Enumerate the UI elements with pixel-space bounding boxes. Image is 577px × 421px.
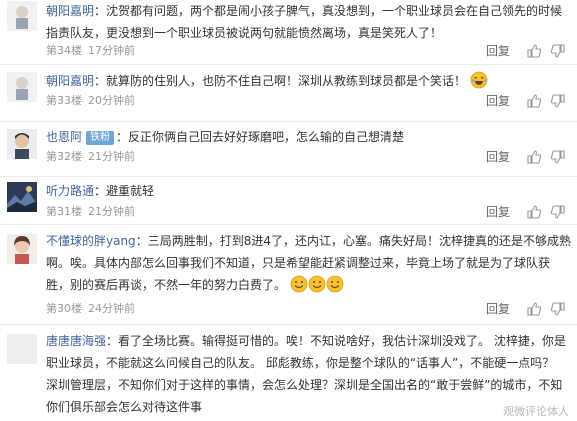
comment-meta: 第32楼 21分钟前 回复 [46,147,571,167]
comment-meta: 第33楼 20分钟前 回复 [46,91,571,111]
comment-text: ：沈贺都有问题，两个都是闹小孩子脾气，真没想到，一个职业球员会在自己领先的时候 [94,4,563,18]
comment-text: 胜，别的赛后再谈，不然一年的努力白费了。 [46,278,287,292]
comment-text: ：避重就轻 [94,184,155,198]
avatar[interactable] [7,129,37,159]
comment-text: 啊。唉。具体内部怎么回事我们不知道，只是希望能赶紧调整过来，毕竟上场了就是为了球… [46,256,551,270]
avatar[interactable] [7,234,37,264]
avatar[interactable] [7,72,37,102]
thumbs-up-icon[interactable] [526,93,542,109]
watermark: 观微评论体人 [503,405,569,418]
comment-item: 朝阳嘉明：沈贺都有问题，两个都是闹小孩子脾气，真没想到，一个职业球员会在自己领先… [0,0,577,65]
floor-number: 第30楼 [46,302,82,315]
thumbs-up-icon[interactable] [526,43,542,59]
thumbs-down-icon[interactable] [550,149,566,165]
comment-item: 听力路通：避重就轻 第31楼 21分钟前 回复 [0,176,577,225]
avatar[interactable] [7,334,37,364]
comment-text: 职业球员，不能就这么问候自己的队友。 邱彪教练，你是整个球队的“话事人”，不能硬… [46,356,555,370]
comment-text: 深圳管理层，不知你们对于这样的事情，会怎么处理？深圳是全国出名的“敢于尝鲜”的城… [46,378,563,392]
username-link[interactable]: 朝阳嘉明 [46,4,94,18]
username-link[interactable]: 唐唐唐海强 [46,334,106,348]
timestamp: 24分钟前 [88,302,135,315]
thumbs-up-icon[interactable] [526,301,542,317]
username-link[interactable]: 不懂球的胖yang [46,234,136,248]
username-link[interactable]: 朝阳嘉明 [46,74,94,88]
thumbs-down-icon[interactable] [550,301,566,317]
comment-list: 朝阳嘉明：沈贺都有问题，两个都是闹小孩子脾气，真没想到，一个职业球员会在自己领先… [0,0,577,421]
avatar[interactable] [7,182,37,212]
smile-emoji-icon [290,275,344,300]
reply-button[interactable]: 回复 [486,41,510,61]
username-link[interactable]: 也恩阿 [46,130,82,144]
comment-text: 你们俱乐部会怎么对待这件事 [46,400,203,414]
comment-text: ：三局两胜制，打到8进4了，还内讧，心塞。痛失好局！沈梓捷真的还是不够成熟 [135,234,571,248]
floor-number: 第33楼 [46,94,82,107]
floor-number: 第32楼 [46,150,82,163]
username-link[interactable]: 听力路通 [46,184,94,198]
floor-number: 第31楼 [46,205,82,218]
comment-meta: 第34楼 17分钟前 回复 [46,41,571,61]
comment-meta: 第31楼 21分钟前 回复 [46,202,571,222]
comment-item: 朝阳嘉明：就算防的住别人，也防不住自己啊！深圳从教练到球员都是个笑话！ 第33楼… [0,64,577,122]
reply-button[interactable]: 回复 [486,299,510,319]
thumbs-up-icon[interactable] [526,149,542,165]
timestamp: 21分钟前 [88,205,135,218]
comment-meta: 第30楼 24分钟前 回复 [46,299,571,319]
comment-text: ：看了全场比赛。输得挺可惜的。唉！不知说啥好，我估计深圳没戏了。 沈梓捷，你是 [106,334,566,348]
avatar[interactable] [7,1,37,31]
comment-text: ：就算防的住别人，也防不住自己啊！深圳从教练到球员都是个笑话！ [94,74,467,88]
thumbs-up-icon[interactable] [526,204,542,220]
reply-button[interactable]: 回复 [486,91,510,111]
comment-text: ：反正你俩自己回去好好琢磨吧，怎么输的自己想清楚 [116,130,405,144]
comment-item: 不懂球的胖yang：三局两胜制，打到8进4了，还内讧，心塞。痛失好局！沈梓捷真的… [0,224,577,325]
comment-item: 也恩阿 铁粉 ：反正你俩自己回去好好琢磨吧，怎么输的自己想清楚 第32楼 21分钟前 … [0,121,577,177]
reply-button[interactable]: 回复 [486,147,510,167]
thumbs-down-icon[interactable] [550,93,566,109]
thumbs-down-icon[interactable] [550,204,566,220]
timestamp: 17分钟前 [88,44,135,57]
floor-number: 第34楼 [46,44,82,57]
timestamp: 20分钟前 [88,94,135,107]
thumbs-down-icon[interactable] [550,43,566,59]
timestamp: 21分钟前 [88,150,135,163]
reply-button[interactable]: 回复 [486,202,510,222]
comment-item: 唐唐唐海强：看了全场比赛。输得挺可惜的。唉！不知说啥好，我估计深圳没戏了。 沈梓… [0,324,577,421]
fan-badge: 铁粉 [86,131,115,145]
